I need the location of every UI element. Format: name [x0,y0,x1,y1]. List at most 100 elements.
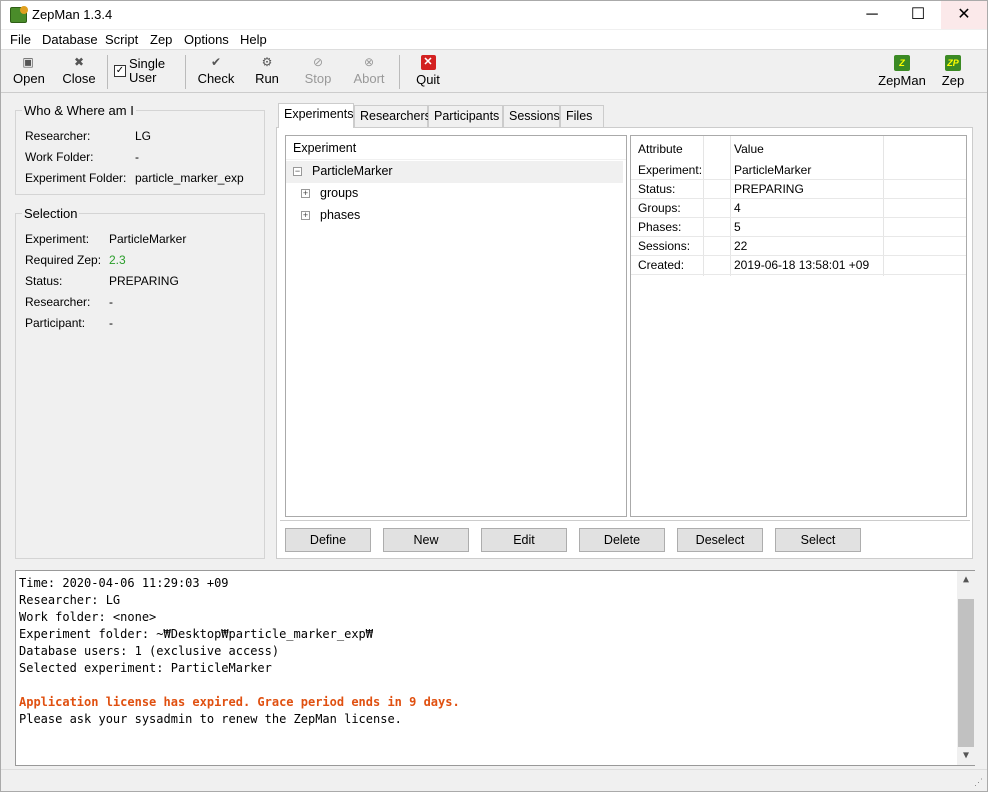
app-window: ZepMan 1.3.4 ─ ☐ ✕ File Database Script … [0,0,988,792]
close-icon: ✖ [73,55,85,69]
menu-script[interactable]: Script [105,32,138,47]
experiment-tree[interactable]: Experiment − ParticleMarker + groups + p… [285,135,627,517]
stop-label: Stop [304,71,332,86]
attr-cell: Created: [638,258,685,272]
log-line: Database users: 1 (exclusive access) [19,644,280,658]
value-cell: PREPARING [734,182,804,196]
delete-button[interactable]: Delete [579,528,665,552]
tab-sessions[interactable]: Sessions [503,105,560,127]
attribute-table: Attribute Value Experiment: ParticleMark… [630,135,967,517]
log-output[interactable]: Time: 2020-04-06 11:29:03 +09 Researcher… [15,570,975,766]
value-cell: 4 [734,201,741,215]
tree-item-groups[interactable]: + groups [286,183,623,205]
tab-researchers[interactable]: Researchers [354,105,431,127]
quit-icon: ✕ [420,55,436,70]
run-button[interactable]: ⚙ Run [253,53,281,86]
researcher-label: Researcher: [25,129,91,143]
zepman-button[interactable]: Z ZepMan [878,53,926,88]
scroll-down-icon[interactable]: ▼ [957,747,975,765]
sel-researcher-value: - [109,295,113,309]
edit-button[interactable]: Edit [481,528,567,552]
open-button[interactable]: ▣ Open [13,53,45,86]
scrollbar-thumb[interactable] [958,599,974,747]
table-row: Created: 2019-06-18 13:58:01 +09 [631,256,966,275]
value-cell: 22 [734,239,748,253]
attr-cell: Phases: [638,220,682,234]
quit-button[interactable]: ✕ Quit [414,53,442,87]
required-zep-value: 2.3 [109,253,126,267]
value-cell: ParticleMarker [734,163,812,177]
new-button[interactable]: New [383,528,469,552]
scroll-up-icon[interactable]: ▲ [957,571,975,589]
expand-icon[interactable]: + [301,189,310,198]
menu-database[interactable]: Database [42,32,98,47]
tree-phases-label: phases [320,208,361,222]
select-button[interactable]: Select [775,528,861,552]
define-button[interactable]: Define [285,528,371,552]
zep-label: Zep [941,73,965,88]
value-cell: 5 [734,220,741,234]
table-row: Status: PREPARING [631,180,966,199]
check-label: Check [197,71,235,86]
resize-grip-icon[interactable]: ⋰ [974,777,983,788]
open-label: Open [13,71,45,86]
experiment-folder-value: particle_marker_exp [135,171,244,185]
abort-icon: ⊗ [363,55,375,69]
deselect-button[interactable]: Deselect [677,528,763,552]
log-line: Work folder: <none> [19,610,157,624]
table-row: Sessions: 22 [631,237,966,256]
menu-zep[interactable]: Zep [150,32,172,47]
experiment-folder-label: Experiment Folder: [25,171,127,185]
tree-item-root[interactable]: − ParticleMarker [286,161,623,183]
tree-root-label: ParticleMarker [312,164,393,178]
attr-cell: Groups: [638,201,681,215]
status-bar: ⋰ [1,769,987,791]
tab-participants[interactable]: Participants [428,105,503,127]
attr-cell: Experiment: [638,163,703,177]
button-row-separator [280,520,970,521]
log-line: Experiment folder: ~₩Desktop₩particle_ma… [19,627,374,641]
toolbar-separator [107,55,108,89]
abort-button[interactable]: ⊗ Abort [352,53,386,86]
close-window-button[interactable]: ✕ [941,1,987,29]
check-button[interactable]: ✔ Check [197,53,235,86]
zepman-label: ZepMan [878,73,926,88]
menu-help[interactable]: Help [240,32,267,47]
log-scrollbar[interactable]: ▲ ▼ [957,571,975,765]
maximize-button[interactable]: ☐ [895,1,941,29]
zepman-icon: Z [894,55,910,71]
zep-icon: ZP [945,55,961,71]
tab-container: Experiments Researchers Participants Ses… [276,103,973,559]
collapse-icon[interactable]: − [293,167,302,176]
log-line: Selected experiment: ParticleMarker [19,661,272,675]
expand-icon[interactable]: + [301,211,310,220]
close-button[interactable]: ✖ Close [62,53,96,86]
experiments-tab-panel: Experiment − ParticleMarker + groups + p… [276,127,973,559]
attr-header-row: Attribute Value [631,138,966,160]
menu-options[interactable]: Options [184,32,229,47]
work-folder-value: - [135,150,139,164]
gear-icon: ⚙ [261,55,273,69]
zep-button[interactable]: ZP Zep [941,53,965,88]
checkmark-icon: ✔ [210,55,222,69]
menu-file[interactable]: File [10,32,31,47]
table-row: Experiment: ParticleMarker [631,161,966,180]
run-label: Run [255,71,279,86]
work-folder-label: Work Folder: [25,150,94,164]
tab-experiments[interactable]: Experiments [278,103,354,128]
attr-cell: Status: [638,182,676,196]
single-user-label[interactable]: Single User [129,57,165,85]
toolbar-separator [399,55,400,89]
toolbar-separator [185,55,186,89]
single-user-checkbox[interactable]: ✓ [114,65,126,77]
required-zep-label: Required Zep: [25,253,102,267]
tree-item-phases[interactable]: + phases [286,205,623,227]
tab-files[interactable]: Files [560,105,604,127]
menu-bar: File Database Script Zep Options Help [1,30,987,50]
sel-experiment-label: Experiment: [25,232,90,246]
minimize-button[interactable]: ─ [849,1,895,29]
license-note: Please ask your sysadmin to renew the Ze… [19,712,402,726]
stop-button[interactable]: ⊘ Stop [303,53,333,86]
sel-status-value: PREPARING [109,274,179,288]
title-bar: ZepMan 1.3.4 ─ ☐ ✕ [1,1,987,29]
